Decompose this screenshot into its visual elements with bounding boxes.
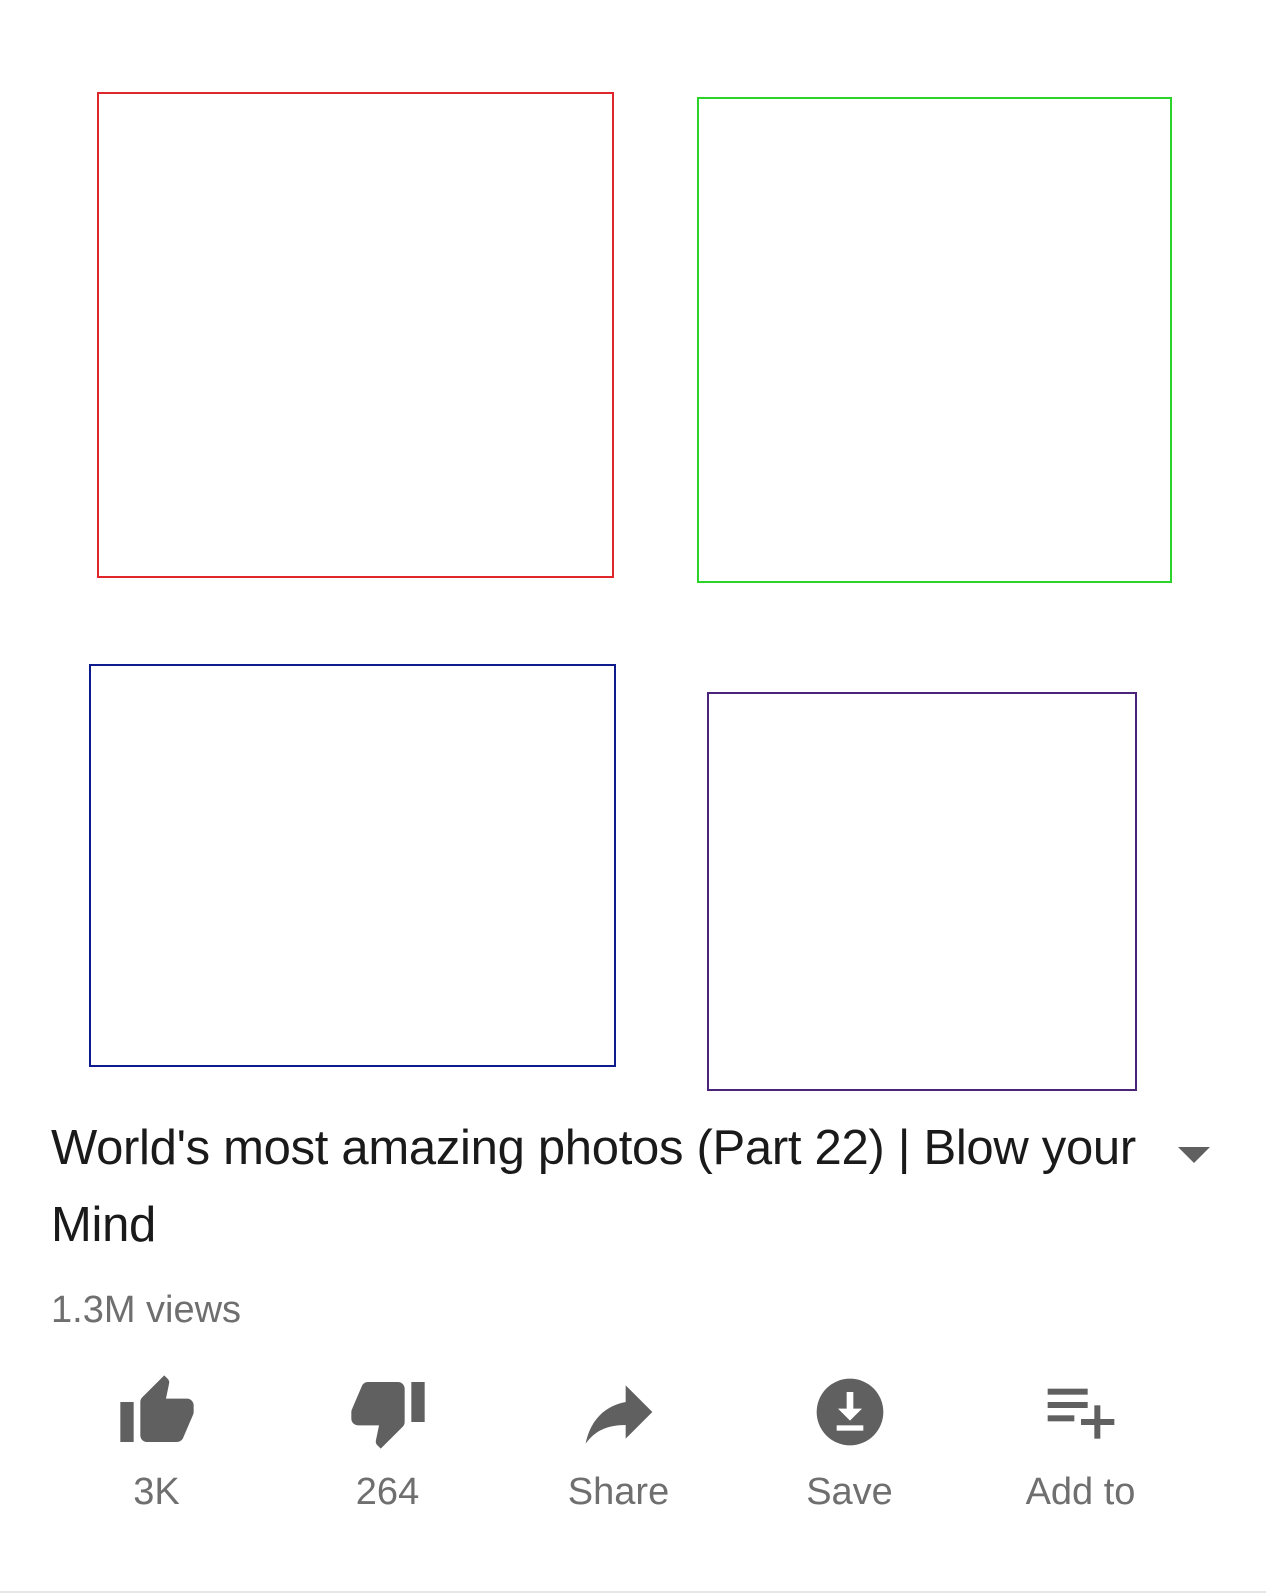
thumbs-up-icon [117, 1372, 197, 1452]
thumbs-down-icon [348, 1372, 428, 1452]
photo-frame-red [97, 92, 614, 578]
save-button[interactable]: Save [734, 1372, 965, 1522]
add-to-playlist-icon [1041, 1372, 1121, 1452]
photo-frame-purple [707, 692, 1137, 1091]
photo-frame-green [697, 97, 1172, 583]
view-count: 1.3M views [51, 1289, 242, 1331]
expand-description-icon[interactable] [1176, 1144, 1212, 1166]
divider [0, 1591, 1266, 1593]
save-label: Save [806, 1471, 893, 1513]
video-player[interactable] [0, 0, 1266, 1091]
like-count: 3K [133, 1471, 180, 1513]
share-icon [579, 1372, 659, 1452]
add-to-button[interactable]: Add to [965, 1372, 1196, 1522]
add-to-label: Add to [1025, 1471, 1136, 1513]
photo-frame-blue [89, 664, 616, 1067]
dislike-button[interactable]: 264 [272, 1372, 503, 1522]
download-icon [810, 1372, 890, 1452]
dislike-count: 264 [355, 1471, 420, 1513]
like-button[interactable]: 3K [41, 1372, 272, 1522]
video-title[interactable]: World's most amazing photos (Part 22) | … [51, 1110, 1141, 1264]
action-bar: 3K 264 Share Save Add to [41, 1372, 1196, 1522]
share-label: Share [567, 1471, 670, 1513]
share-button[interactable]: Share [503, 1372, 734, 1522]
